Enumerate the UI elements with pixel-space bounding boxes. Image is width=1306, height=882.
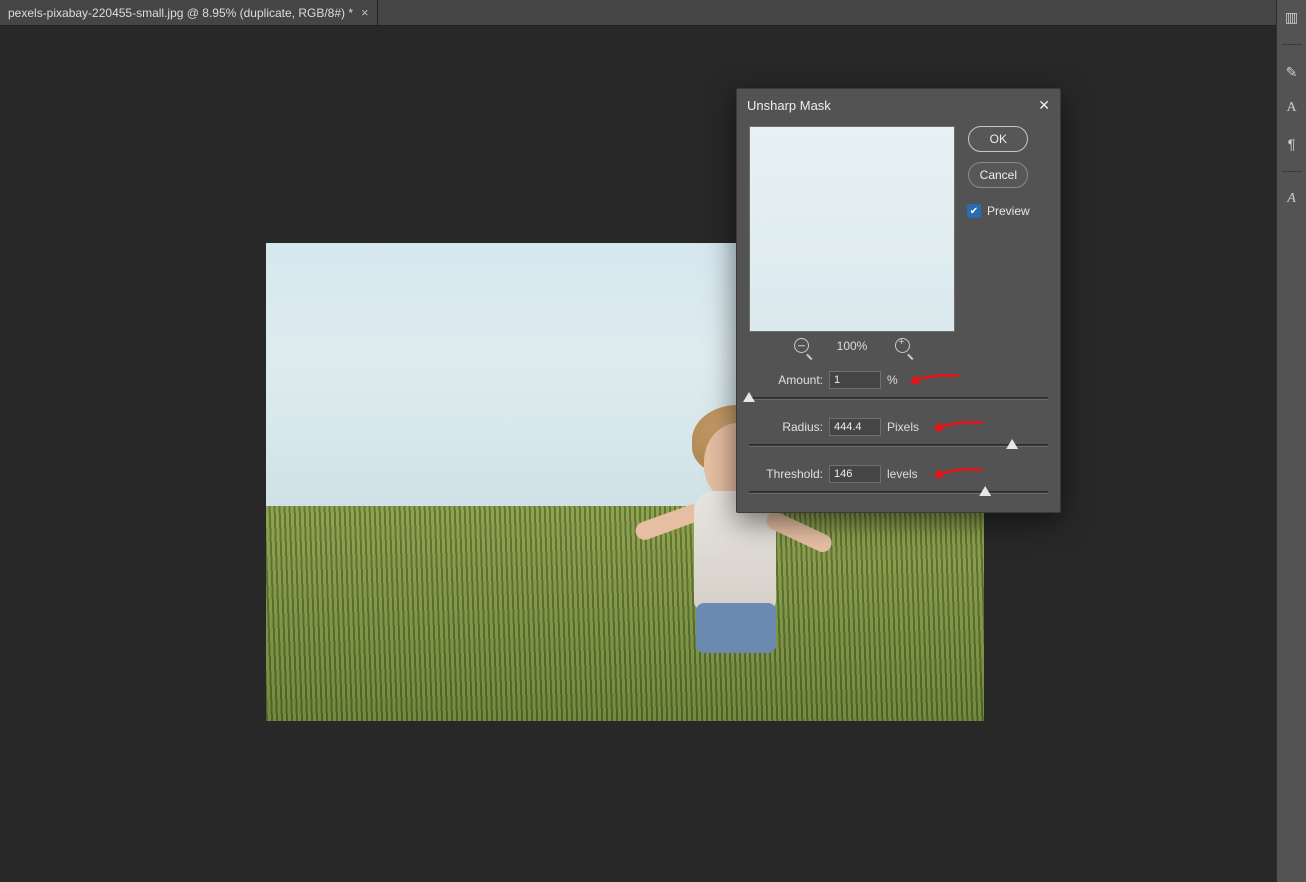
annotation-arrow — [933, 420, 983, 432]
close-icon[interactable]: × — [361, 5, 369, 20]
zoom-in-icon[interactable] — [895, 338, 910, 353]
canvas-area — [0, 26, 1276, 882]
dialog-title: Unsharp Mask — [747, 98, 831, 113]
radius-label: Radius: — [749, 420, 823, 434]
threshold-unit: levels — [887, 467, 918, 481]
radius-row: Radius: Pixels — [749, 418, 1048, 436]
amount-input[interactable] — [829, 371, 881, 389]
dialog-titlebar[interactable]: Unsharp Mask ✕ — [737, 89, 1060, 122]
unsharp-mask-dialog: Unsharp Mask ✕ OK Cancel ✔ Preview 100% … — [736, 88, 1061, 513]
radius-input[interactable] — [829, 418, 881, 436]
threshold-input[interactable] — [829, 465, 881, 483]
document-tab-bar: pexels-pixabay-220455-small.jpg @ 8.95% … — [0, 0, 1306, 26]
brush-icon[interactable]: ✎ — [1283, 63, 1301, 81]
ok-button[interactable]: OK — [968, 126, 1028, 152]
threshold-slider[interactable] — [749, 491, 1048, 494]
preview-checkbox-row[interactable]: ✔ Preview — [967, 204, 1030, 218]
amount-label: Amount: — [749, 373, 823, 387]
amount-slider[interactable] — [749, 397, 1048, 400]
paragraph-icon[interactable]: ¶ — [1283, 135, 1301, 153]
document-tab[interactable]: pexels-pixabay-220455-small.jpg @ 8.95% … — [0, 0, 378, 25]
checkbox-icon[interactable]: ✔ — [967, 204, 981, 218]
right-panel-rail: ▥ ✎ A ¶ A — [1276, 0, 1306, 882]
slider-thumb[interactable] — [743, 392, 755, 402]
slider-thumb[interactable] — [979, 486, 991, 496]
document-tab-title: pexels-pixabay-220455-small.jpg @ 8.95% … — [8, 6, 353, 20]
panel-icon[interactable]: ▥ — [1283, 8, 1301, 26]
annotation-arrow — [933, 467, 983, 479]
amount-row: Amount: % — [749, 371, 1048, 389]
glyphs-icon[interactable]: A — [1283, 190, 1301, 208]
slider-thumb[interactable] — [1006, 439, 1018, 449]
zoom-out-icon[interactable] — [794, 338, 809, 353]
amount-unit: % — [887, 373, 898, 387]
zoom-level: 100% — [837, 339, 868, 353]
cancel-button[interactable]: Cancel — [968, 162, 1028, 188]
threshold-row: Threshold: levels — [749, 465, 1048, 483]
preview-thumbnail[interactable] — [749, 126, 955, 332]
radius-slider[interactable] — [749, 444, 1048, 447]
character-icon[interactable]: A — [1283, 99, 1301, 117]
preview-label: Preview — [987, 204, 1030, 218]
threshold-label: Threshold: — [749, 467, 823, 481]
close-icon[interactable]: ✕ — [1038, 97, 1050, 114]
annotation-arrow — [909, 373, 959, 385]
radius-unit: Pixels — [887, 420, 919, 434]
